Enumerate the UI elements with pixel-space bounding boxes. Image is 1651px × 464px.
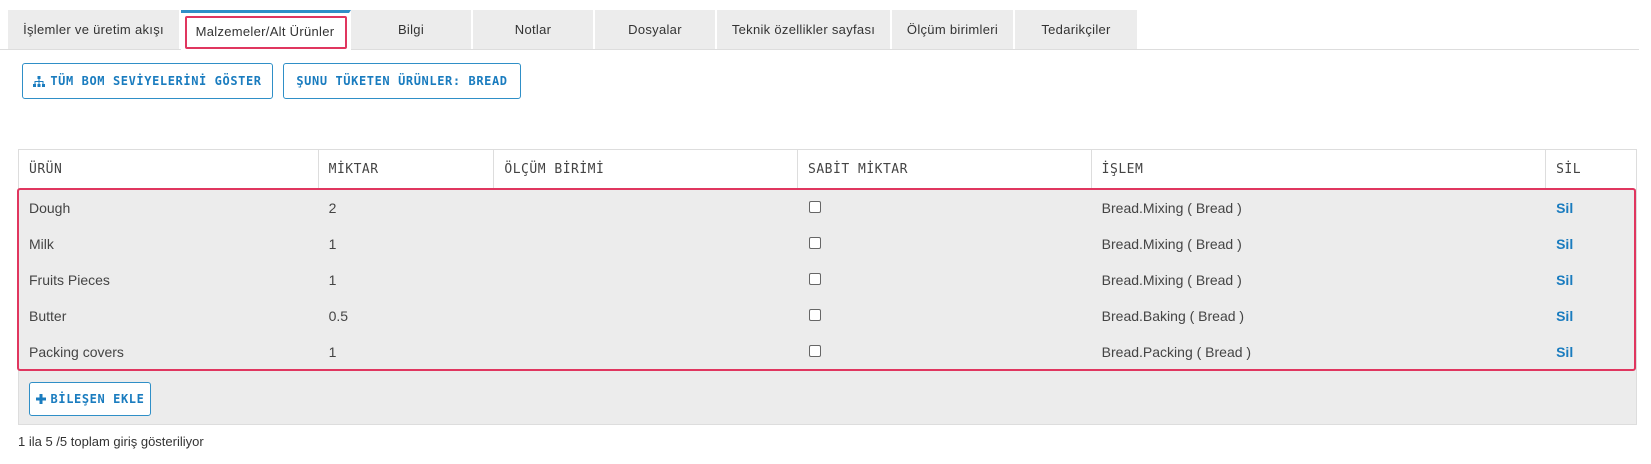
product-cell: Milk [29, 236, 54, 252]
operation-cell[interactable]: Bread.Baking ( Bread ) [1092, 308, 1546, 324]
tab-files[interactable]: Dosyalar [595, 10, 717, 49]
table-row: Butter 0.5 Bread.Baking ( Bread ) Sil [19, 298, 1636, 334]
tab-notes[interactable]: Notlar [473, 10, 595, 49]
quantity-cell[interactable]: 1 [319, 344, 495, 360]
fixed-quantity-checkbox[interactable] [809, 237, 822, 249]
tab-units[interactable]: Ölçüm birimleri [892, 10, 1015, 49]
consuming-products-label: ŞUNU TÜKETEN ÜRÜNLER: BREAD [296, 74, 508, 88]
fixed-quantity-cell [798, 272, 1092, 288]
table-header: ÜRÜN MİKTAR ÖLÇÜM BİRİMİ SABİT MİKTAR İŞ… [19, 150, 1636, 190]
product-cell: Butter [29, 308, 67, 324]
fixed-quantity-checkbox[interactable] [809, 201, 822, 213]
quantity-cell[interactable]: 1 [319, 236, 495, 252]
fixed-quantity-cell [798, 344, 1092, 360]
table-body: Dough 2 Bread.Mixing ( Bread ) Sil Milk … [19, 190, 1636, 370]
active-tab-highlight [185, 16, 347, 49]
quantity-cell[interactable]: 1 [319, 272, 495, 288]
operation-cell[interactable]: Bread.Packing ( Bread ) [1092, 344, 1546, 360]
components-table: ÜRÜN MİKTAR ÖLÇÜM BİRİMİ SABİT MİKTAR İŞ… [17, 149, 1637, 425]
fixed-quantity-cell [798, 200, 1092, 216]
operation-cell[interactable]: Bread.Mixing ( Bread ) [1092, 272, 1546, 288]
table-row: Milk 1 Bread.Mixing ( Bread ) Sil [19, 226, 1636, 262]
fixed-quantity-cell [798, 308, 1092, 324]
tab-materials[interactable]: Malzemeler/Alt Ürünler [181, 10, 351, 50]
fixed-quantity-checkbox[interactable] [809, 309, 822, 321]
quantity-cell[interactable]: 0.5 [319, 308, 495, 324]
tab-operations[interactable]: İşlemler ve üretim akışı [8, 10, 181, 49]
product-cell: Fruits Pieces [29, 272, 110, 288]
show-all-bom-levels-button[interactable]: TÜM BOM SEVİYELERİNİ GÖSTER [22, 63, 273, 99]
column-header-operation[interactable]: İŞLEM [1092, 150, 1547, 189]
table-row: Fruits Pieces 1 Bread.Mixing ( Bread ) S… [19, 262, 1636, 298]
quantity-cell[interactable]: 2 [319, 200, 495, 216]
plus-icon [35, 394, 46, 404]
column-header-fixed-quantity[interactable]: SABİT MİKTAR [798, 150, 1092, 189]
column-header-delete: SİL [1556, 162, 1582, 177]
add-component-button[interactable]: BİLEŞEN EKLE [29, 382, 151, 416]
consuming-products-button[interactable]: ŞUNU TÜKETEN ÜRÜNLER: BREAD [283, 63, 521, 99]
product-cell: Dough [29, 200, 71, 216]
column-header-quantity[interactable]: MİKTAR [319, 150, 495, 189]
tab-spec-sheet[interactable]: Teknik özellikler sayfası [717, 10, 892, 49]
tab-info[interactable]: Bilgi [351, 10, 473, 49]
fixed-quantity-checkbox[interactable] [809, 273, 822, 285]
operation-cell[interactable]: Bread.Mixing ( Bread ) [1092, 236, 1546, 252]
delete-link[interactable]: Sil [1546, 344, 1636, 360]
column-header-unit[interactable]: ÖLÇÜM BİRİMİ [494, 150, 799, 189]
delete-link[interactable]: Sil [1546, 200, 1636, 216]
pagination-summary: 1 ila 5 /5 toplam giriş gösteriliyor [18, 434, 204, 449]
add-component-label: BİLEŞEN EKLE [50, 392, 145, 406]
show-all-bom-levels-label: TÜM BOM SEVİYELERİNİ GÖSTER [50, 74, 262, 88]
table-row: Packing covers 1 Bread.Packing ( Bread )… [19, 334, 1636, 370]
operation-cell[interactable]: Bread.Mixing ( Bread ) [1092, 200, 1546, 216]
sitemap-icon [33, 75, 46, 87]
delete-link[interactable]: Sil [1546, 272, 1636, 288]
product-cell: Packing covers [29, 344, 124, 360]
delete-link[interactable]: Sil [1546, 308, 1636, 324]
tab-bar: İşlemler ve üretim akışı Malzemeler/Alt … [8, 10, 1139, 50]
tab-suppliers[interactable]: Tedarikçiler [1015, 10, 1139, 49]
fixed-quantity-checkbox[interactable] [809, 345, 822, 357]
column-header-product[interactable]: ÜRÜN [19, 150, 319, 189]
table-row: Dough 2 Bread.Mixing ( Bread ) Sil [19, 190, 1636, 226]
fixed-quantity-cell [798, 236, 1092, 252]
delete-link[interactable]: Sil [1546, 236, 1636, 252]
